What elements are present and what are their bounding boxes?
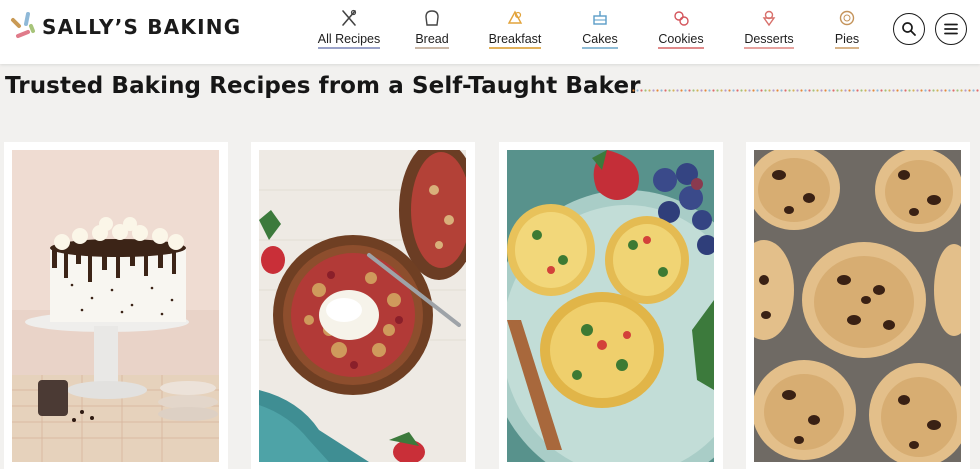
- breakfast-icon: [507, 10, 523, 24]
- layer-cake-photo[interactable]: [12, 150, 219, 462]
- nav-label: All Recipes: [317, 32, 381, 49]
- nav-label: Cookies: [658, 32, 704, 49]
- berry-crumble-photo[interactable]: [259, 150, 466, 462]
- nav-label: Desserts: [744, 32, 794, 49]
- menu-icon: [944, 23, 958, 35]
- dessert-icon: [762, 10, 776, 27]
- brand-name: SALLY’S BAKING: [42, 15, 242, 39]
- nav-item-cookies[interactable]: Cookies: [636, 8, 726, 58]
- site-header: SALLY’S BAKING All Recipes Bread Breakfa…: [0, 0, 980, 64]
- nav-label: Breakfast: [488, 32, 542, 49]
- page-title: Trusted Baking Recipes from a Self-Taugh…: [5, 73, 641, 99]
- dotted-divider: [632, 89, 979, 92]
- pie-icon: [839, 10, 855, 26]
- cookies-icon: [674, 11, 689, 26]
- nav-label: Pies: [834, 32, 860, 49]
- recipe-card-crumble[interactable]: [251, 142, 475, 469]
- nav-item-pies[interactable]: Pies: [802, 8, 892, 58]
- nav-item-all-recipes[interactable]: All Recipes: [304, 8, 394, 58]
- bread-icon: [425, 10, 439, 26]
- menu-button[interactable]: [935, 13, 967, 45]
- egg-muffins-photo[interactable]: [507, 150, 714, 462]
- chocolate-chip-cookies-photo[interactable]: [754, 150, 961, 462]
- utensils-icon: [342, 9, 357, 26]
- recipe-card-cake[interactable]: [4, 142, 228, 469]
- site-logo[interactable]: SALLY’S BAKING: [4, 10, 241, 44]
- nav-item-breakfast[interactable]: Breakfast: [470, 8, 560, 58]
- logo-mark-icon: [4, 10, 38, 44]
- search-icon: [902, 22, 916, 36]
- recipe-card-cookies[interactable]: [746, 142, 970, 469]
- nav-item-bread[interactable]: Bread: [387, 8, 477, 58]
- nav-item-cakes[interactable]: Cakes: [555, 8, 645, 58]
- search-button[interactable]: [893, 13, 925, 45]
- nav-label: Cakes: [582, 32, 618, 49]
- cake-icon: [593, 11, 607, 25]
- main-nav: All Recipes Bread Breakfast Cakes Cookie…: [304, 0, 860, 64]
- nav-label: Bread: [415, 32, 449, 49]
- nav-item-desserts[interactable]: Desserts: [724, 8, 814, 58]
- recipe-card-egg-muffins[interactable]: [499, 142, 723, 469]
